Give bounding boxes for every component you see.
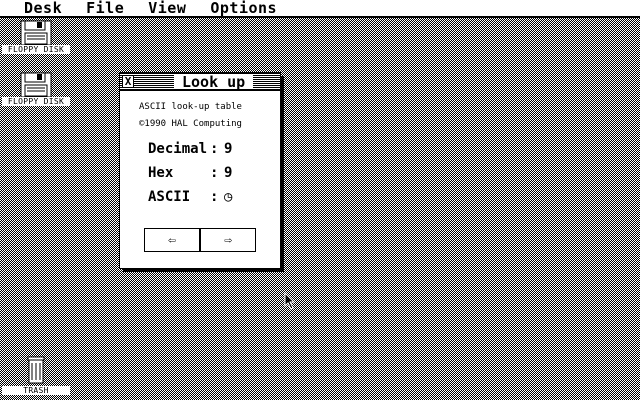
previous-button[interactable]: ⇦	[145, 229, 199, 251]
copyright-text: ©1990 HAL Computing	[139, 119, 242, 129]
trash-can-icon	[27, 356, 45, 384]
menu-bar: Desk File View Options	[0, 0, 640, 18]
menu-desk[interactable]: Desk	[24, 0, 62, 16]
decimal-row: Decimal:9	[148, 141, 232, 157]
window-title: Look up	[174, 74, 254, 90]
navigation-buttons: ⇦ ⇨	[144, 228, 256, 252]
close-icon[interactable]: X	[122, 75, 134, 88]
floppy-drive-b-label: FLOPPY DISK	[2, 97, 70, 106]
decimal-label: Decimal	[148, 141, 208, 157]
trash[interactable]: TRASH	[0, 355, 72, 395]
ascii-label: ASCII	[148, 189, 191, 205]
decimal-value: 9	[224, 141, 233, 157]
window-title-bar[interactable]: X Look up	[120, 73, 280, 91]
menu-options[interactable]: Options	[210, 0, 277, 16]
floppy-drive-a[interactable]: FLOPPY DISK	[0, 20, 72, 54]
next-button[interactable]: ⇨	[199, 229, 255, 251]
lookup-window: X Look up ASCII look-up table ©1990 HAL …	[119, 72, 281, 269]
floppy-drive-a-label: FLOPPY DISK	[2, 45, 70, 54]
hex-colon: :	[210, 165, 219, 181]
menu-view[interactable]: View	[148, 0, 186, 16]
ascii-row: ASCII: ◷	[148, 189, 232, 205]
ascii-value: ◷	[224, 189, 233, 205]
floppy-drive-b[interactable]: FLOPPY DISK	[0, 72, 72, 106]
trash-label: TRASH	[2, 386, 70, 395]
floppy-drive-icon	[20, 20, 52, 46]
left-arrow-icon: ⇦	[168, 232, 176, 248]
ascii-colon: :	[210, 189, 219, 205]
floppy-drive-icon	[20, 72, 52, 98]
window-subtitle: ASCII look-up table	[139, 102, 242, 112]
hex-value: 9	[224, 165, 233, 181]
hex-row: Hex:9	[148, 165, 232, 181]
mouse-pointer-icon	[284, 292, 296, 310]
decimal-colon: :	[210, 141, 219, 157]
hex-label: Hex	[148, 165, 174, 181]
menu-file[interactable]: File	[86, 0, 124, 16]
right-arrow-icon: ⇨	[224, 232, 232, 248]
